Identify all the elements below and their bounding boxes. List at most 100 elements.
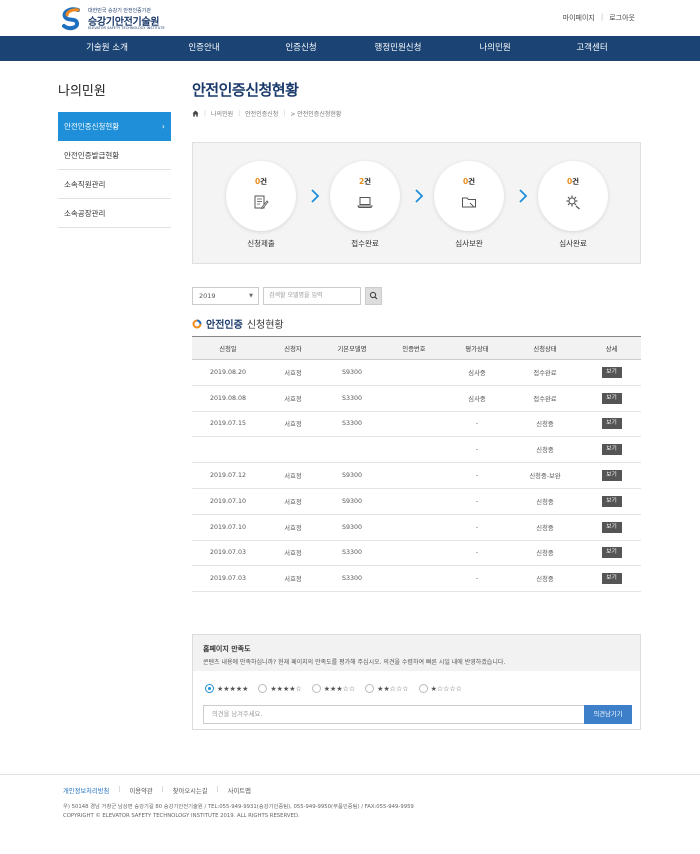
survey-description: 콘텐츠 내용에 만족하십니까? 현재 페이지의 만족도를 평가해 주십시오. 의… [203, 659, 506, 666]
view-button[interactable]: 보기 [601, 547, 622, 559]
ring-bullet-icon [192, 319, 202, 328]
nav-item-cert-apply[interactable]: 인증신청 [256, 36, 346, 61]
cell-eval-status: - [446, 411, 508, 438]
status-step-submitted[interactable]: 0건 신청제출 [226, 161, 296, 249]
breadcrumb-divider: | [238, 110, 241, 117]
page-title: 안전인증신청현황 [192, 81, 299, 99]
edit-document-icon [254, 195, 269, 210]
cell-apply-status: 신청중 [508, 411, 582, 438]
col-header: 신청자 [264, 336, 322, 360]
rating-option-1[interactable]: ★☆☆☆☆ [418, 684, 462, 693]
breadcrumb-item[interactable]: 안전인증신청 [245, 109, 278, 118]
rating-option-5[interactable]: ★★★★★ [205, 684, 248, 693]
cell-model: S3300 [322, 385, 382, 412]
status-circle: 0건 [226, 161, 296, 231]
submit-opinion-button[interactable]: 의견남기기 [584, 705, 632, 724]
rating-stars: ★★☆☆☆ [377, 684, 409, 693]
cell-date: 2019.07.03 [192, 540, 264, 567]
radio-button[interactable] [418, 684, 428, 693]
cell-cert-no [382, 359, 446, 386]
sidebar-item-factory-manage[interactable]: 소속공장관리 [58, 199, 171, 228]
col-header: 상세 [582, 336, 641, 360]
home-icon[interactable] [192, 110, 199, 117]
status-step-received[interactable]: 2건 접수완료 [330, 161, 400, 249]
chevron-right-icon [519, 189, 528, 203]
status-step-completed[interactable]: 0건 심사완료 [538, 161, 608, 249]
rating-option-3[interactable]: ★★★☆☆ [311, 684, 356, 693]
view-button[interactable]: 보기 [601, 470, 622, 482]
radio-button[interactable] [258, 684, 268, 693]
satisfaction-survey: 홈페이지 만족도 콘텐츠 내용에 만족하십니까? 현재 페이지의 만족도를 평가… [192, 634, 641, 730]
cell-model: S9300 [322, 488, 382, 515]
rating-stars: ★★★☆☆ [323, 684, 356, 693]
terms-link[interactable]: 이용약관 [129, 786, 152, 795]
breadcrumb-item[interactable]: 나의민원 [211, 109, 233, 118]
table-header-row: 신청일 신청자 기본모델명 인증번호 평가상태 신청상태 상세 [192, 336, 641, 360]
cell-applicant: 서효정 [264, 411, 322, 438]
cell-eval-status: - [446, 565, 508, 593]
sidebar-item-cert-issue-status[interactable]: 안전인증발급현황 [58, 141, 171, 170]
sidebar-item-label: 소속직원관리 [64, 180, 106, 189]
util-divider: | [600, 13, 604, 21]
cell-cert-no [382, 488, 446, 515]
col-header: 평가상태 [446, 336, 508, 360]
cell-model: S9300 [322, 462, 382, 489]
view-button[interactable]: 보기 [601, 573, 622, 585]
rating-option-2[interactable]: ★★☆☆☆ [365, 684, 409, 693]
footer-divider: | [118, 786, 121, 793]
footer-copyright: COPYRIGHT © ELEVATOR SAFETY TECHNOLOGY I… [63, 813, 300, 819]
radio-button[interactable] [205, 684, 214, 693]
opinion-input[interactable]: 의견을 남겨주세요. [203, 705, 585, 724]
radio-button[interactable] [311, 684, 321, 693]
cell-applicant: 서효정 [264, 540, 322, 567]
main-nav: 기술원 소개 인증안내 인증신청 행정민원신청 나의민원 고객센터 [0, 36, 700, 61]
radio-button[interactable] [365, 684, 375, 693]
rating-options: ★★★★★ ★★★★☆ ★★★☆☆ ★★☆☆☆ ★☆☆☆☆ [205, 684, 462, 693]
mypage-link[interactable]: 마이페이지 [563, 13, 595, 23]
status-step-supplement[interactable]: 0건 심사보완 [434, 161, 504, 249]
nav-item-customer-center[interactable]: 고객센터 [547, 36, 637, 61]
cell-detail: 보기 [582, 488, 641, 515]
status-label: 심사완료 [559, 239, 587, 248]
view-button[interactable]: 보기 [601, 418, 622, 430]
rating-option-4[interactable]: ★★★★☆ [258, 684, 302, 693]
year-select[interactable]: 2019 ▼ [192, 287, 259, 305]
sitemap-link[interactable]: 사이트맵 [228, 786, 251, 795]
caret-down-icon: ▼ [249, 293, 253, 299]
search-filter: 2019 ▼ 검색할 모델명을 입력 [192, 287, 382, 305]
nav-item-cert-guide[interactable]: 인증안내 [159, 36, 249, 61]
sidebar-item-staff-manage[interactable]: 소속직원관리 [58, 170, 171, 199]
gear-icon [566, 195, 580, 210]
logout-link[interactable]: 로그아웃 [609, 13, 635, 23]
cell-applicant: 서효정 [264, 488, 322, 515]
breadcrumb-divider: | [204, 110, 207, 117]
nav-item-about[interactable]: 기술원 소개 [62, 36, 152, 61]
cell-model: S9300 [322, 514, 382, 541]
status-circle: 0건 [538, 161, 608, 231]
cell-detail: 보기 [582, 514, 641, 541]
status-label: 심사보완 [455, 239, 483, 248]
sidebar-item-cert-apply-status[interactable]: 안전인증신청현황 › [58, 112, 171, 141]
model-search-input[interactable]: 검색할 모델명을 입력 [263, 287, 361, 305]
nav-item-admin-apply[interactable]: 행정민원신청 [353, 36, 443, 61]
footer-divider [0, 774, 700, 775]
status-count: 2건 [358, 177, 372, 186]
cert-application-table: 신청일 신청자 기본모델명 인증번호 평가상태 신청상태 상세 2019.08.… [192, 336, 641, 593]
view-button[interactable]: 보기 [601, 366, 622, 378]
view-button[interactable]: 보기 [601, 444, 622, 456]
privacy-policy-link[interactable]: 개인정보처리방침 [63, 786, 109, 795]
sidebar-menu: 안전인증신청현황 › 안전인증발급현황 소속직원관리 소속공장관리 [58, 112, 171, 228]
table-row: 2019.07.03 서효정 S3300 - 신청중 보기 [192, 565, 641, 593]
chevron-right-icon [415, 189, 424, 203]
cell-model [322, 436, 382, 464]
site-logo[interactable]: 대한민국 승강기 안전인증기관 승강기안전기술원 ELEVATOR SAFETY… [58, 5, 178, 33]
nav-item-my-requests[interactable]: 나의민원 [450, 36, 540, 61]
cell-detail: 보기 [582, 540, 641, 567]
view-button[interactable]: 보기 [601, 495, 622, 507]
view-button[interactable]: 보기 [601, 521, 622, 533]
footer-divider: | [161, 786, 164, 793]
search-button[interactable] [365, 287, 382, 305]
view-button[interactable]: 보기 [601, 392, 622, 404]
cell-detail: 보기 [582, 565, 641, 593]
directions-link[interactable]: 찾아오시는길 [173, 786, 208, 795]
